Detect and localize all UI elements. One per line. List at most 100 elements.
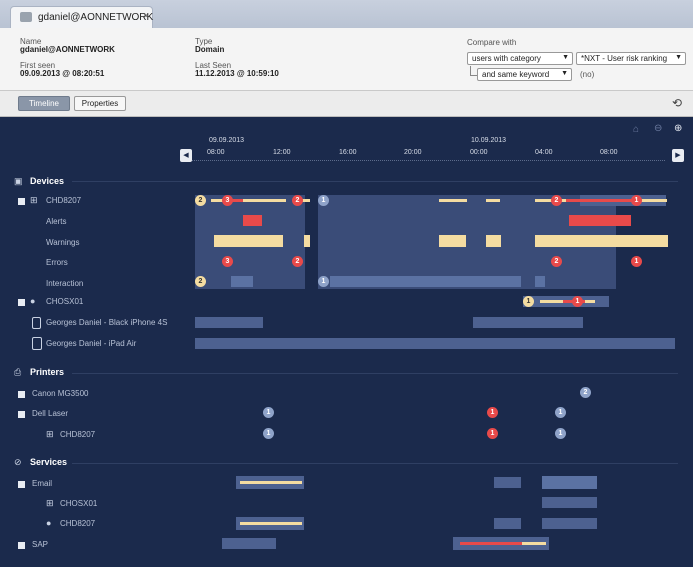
phone-icon xyxy=(32,317,41,329)
row-label: Email xyxy=(32,479,53,488)
row-label: CHD8207 xyxy=(60,519,96,528)
count-badge[interactable]: 1 xyxy=(487,407,498,418)
activity-bar xyxy=(542,476,597,489)
count-badge[interactable]: 1 xyxy=(555,407,566,418)
activity-bar xyxy=(195,317,263,328)
row-label: Canon MG3500 xyxy=(32,389,89,398)
activity-bar xyxy=(494,477,521,488)
tick-label: 08:00 xyxy=(600,149,618,156)
activity-bar xyxy=(542,518,597,529)
warning-line xyxy=(240,522,302,525)
divider xyxy=(72,181,678,182)
count-badge[interactable]: 1 xyxy=(523,296,534,307)
count-badge[interactable]: 1 xyxy=(572,296,583,307)
zoom-out-icon[interactable]: ⊖ xyxy=(654,123,662,134)
tab-user[interactable]: gdaniel@AONNETWORK × xyxy=(10,6,153,28)
warning-line xyxy=(486,199,500,202)
refresh-icon[interactable]: ⟲ xyxy=(672,96,682,110)
home-icon[interactable]: ⌂ xyxy=(633,124,639,135)
tick-label: 00:00 xyxy=(470,149,488,156)
count-badge[interactable]: 2 xyxy=(580,387,591,398)
warning-line xyxy=(439,199,467,202)
row-label: CHD8207 xyxy=(60,430,96,439)
count-badge[interactable]: 1 xyxy=(318,276,329,287)
interaction-bar xyxy=(330,276,521,287)
collapse-toggle[interactable] xyxy=(18,198,25,205)
warning-bar xyxy=(439,235,466,247)
count-badge[interactable]: 1 xyxy=(263,428,274,439)
devices-icon: ▣ xyxy=(14,176,23,186)
row-label: SAP xyxy=(32,540,49,549)
row-label: Georges Daniel - Black iPhone 4S xyxy=(46,318,168,327)
name-value: gdaniel@AONNETWORK xyxy=(20,45,115,54)
section-devices: Devices xyxy=(30,176,65,186)
row-label: CHOSX01 xyxy=(46,297,84,306)
activity-bar xyxy=(494,518,521,529)
windows-icon: ⊞ xyxy=(46,498,54,508)
type-value: Domain xyxy=(195,45,225,54)
warning-bar xyxy=(214,235,283,247)
first-seen-value: 09.09.2013 @ 08:20:51 xyxy=(20,69,105,78)
count-badge[interactable]: 2 xyxy=(292,195,303,206)
count-badge[interactable]: 2 xyxy=(551,256,562,267)
tablet-icon xyxy=(32,337,42,350)
count-badge[interactable]: 1 xyxy=(555,428,566,439)
entity-header: Name gdaniel@AONNETWORK First seen 09.09… xyxy=(0,28,693,91)
tick-label: 12:00 xyxy=(273,149,291,156)
collapse-toggle[interactable] xyxy=(18,299,25,306)
alert-bar xyxy=(243,215,262,226)
row-label: Alerts xyxy=(46,217,67,226)
windows-icon: ⊞ xyxy=(30,195,38,205)
interaction-bar xyxy=(535,276,545,287)
tree-connector xyxy=(470,66,477,76)
alert-line xyxy=(566,199,638,202)
scroll-right-button[interactable]: ▶ xyxy=(672,149,684,162)
alert-bar xyxy=(569,215,631,226)
warning-line xyxy=(240,481,302,484)
services-icon: ⊘ xyxy=(14,457,22,467)
row-label: Interaction xyxy=(46,279,84,288)
timeline-tab[interactable]: Timeline xyxy=(18,96,70,111)
compare-select[interactable]: users with category ▼ xyxy=(467,52,573,65)
activity-bar xyxy=(542,497,597,508)
collapse-toggle[interactable] xyxy=(18,481,25,488)
keyword-select[interactable]: and same keyword ▼ xyxy=(477,68,572,81)
ranking-select[interactable]: *NXT - User risk ranking ▼ xyxy=(576,52,686,65)
section-services: Services xyxy=(30,457,68,467)
count-badge[interactable]: 3 xyxy=(222,256,233,267)
count-badge[interactable]: 2 xyxy=(551,195,562,206)
row-label: CHOSX01 xyxy=(60,499,98,508)
tab-label: gdaniel@AONNETWORK xyxy=(38,12,154,23)
close-icon[interactable]: × xyxy=(143,11,149,22)
collapse-toggle[interactable] xyxy=(18,391,25,398)
count-badge[interactable]: 1 xyxy=(487,428,498,439)
scroll-left-button[interactable]: ◀ xyxy=(180,149,192,162)
divider xyxy=(72,463,678,464)
row-label: CHD8207 xyxy=(46,196,82,205)
chevron-down-icon: ▼ xyxy=(562,54,569,61)
collapse-toggle[interactable] xyxy=(18,411,25,418)
count-badge[interactable]: 3 xyxy=(222,195,233,206)
row-label: Warnings xyxy=(46,238,80,247)
chevron-down-icon: ▼ xyxy=(675,54,682,61)
divider xyxy=(72,373,678,374)
count-badge[interactable]: 1 xyxy=(263,407,274,418)
tab-bar: gdaniel@AONNETWORK × xyxy=(0,0,693,28)
row-label: Dell Laser xyxy=(32,409,69,418)
alert-line xyxy=(460,542,522,545)
date-label: 10.09.2013 xyxy=(471,137,507,144)
count-badge[interactable]: 2 xyxy=(195,276,206,287)
count-badge[interactable]: 2 xyxy=(292,256,303,267)
count-badge[interactable]: 1 xyxy=(631,256,642,267)
activity-bar xyxy=(473,317,583,328)
date-label: 09.09.2013 xyxy=(209,137,245,144)
properties-tab[interactable]: Properties xyxy=(74,96,126,111)
warning-bar xyxy=(304,235,310,247)
keyword-note: (no) xyxy=(580,70,595,79)
zoom-in-icon[interactable]: ⊕ xyxy=(674,123,682,134)
time-ruler xyxy=(192,150,665,161)
count-badge[interactable]: 1 xyxy=(318,195,329,206)
count-badge[interactable]: 1 xyxy=(631,195,642,206)
count-badge[interactable]: 2 xyxy=(195,195,206,206)
collapse-toggle[interactable] xyxy=(18,542,25,549)
